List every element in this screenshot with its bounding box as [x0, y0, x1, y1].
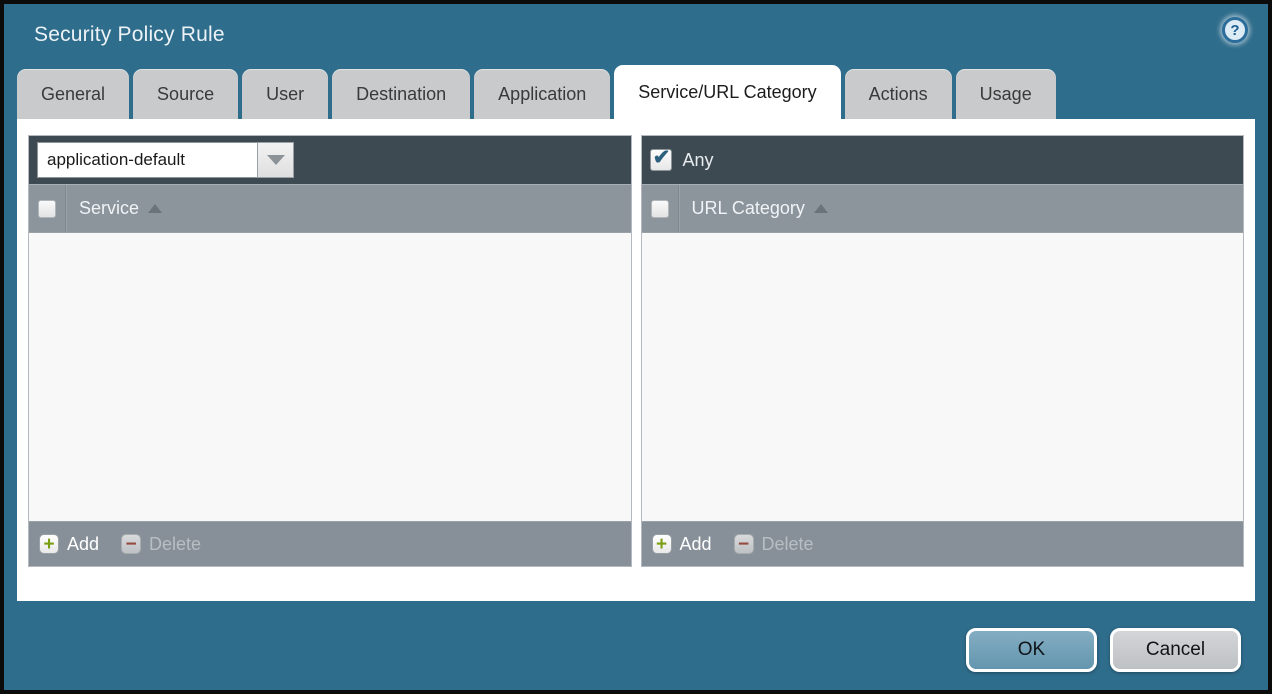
- chevron-down-icon: [267, 155, 285, 165]
- plus-icon: +: [652, 534, 672, 554]
- url-category-panel-toolbar: ✔ Any: [642, 136, 1244, 184]
- service-list: [29, 233, 631, 521]
- cancel-button[interactable]: Cancel: [1110, 628, 1241, 672]
- delete-service-button[interactable]: − Delete: [121, 534, 201, 555]
- help-icon[interactable]: ?: [1222, 17, 1248, 43]
- service-type-dropdown-value[interactable]: application-default: [37, 142, 257, 178]
- service-panel-footer: + Add − Delete: [29, 521, 631, 566]
- column-divider: [66, 185, 67, 232]
- url-category-column-label[interactable]: URL Category: [692, 198, 805, 219]
- select-all-url-categories-checkbox[interactable]: [651, 200, 669, 218]
- dialog-titlebar: Security Policy Rule ?: [4, 4, 1268, 65]
- checkmark-icon: ✔: [653, 147, 671, 168]
- url-category-list: [642, 233, 1244, 521]
- tab-user[interactable]: User: [242, 69, 328, 119]
- plus-icon: +: [39, 534, 59, 554]
- minus-icon: −: [734, 534, 754, 554]
- tab-application[interactable]: Application: [474, 69, 610, 119]
- tab-destination[interactable]: Destination: [332, 69, 470, 119]
- security-policy-rule-dialog: Security Policy Rule ? General Source Us…: [0, 0, 1272, 694]
- service-column-header: Service: [29, 184, 631, 233]
- url-category-panel: ✔ Any URL Category + Add: [641, 135, 1245, 567]
- column-divider: [679, 185, 680, 232]
- tab-usage[interactable]: Usage: [956, 69, 1056, 119]
- tab-actions[interactable]: Actions: [845, 69, 952, 119]
- add-service-button[interactable]: + Add: [39, 534, 99, 555]
- any-label: Any: [683, 150, 714, 171]
- service-column-label[interactable]: Service: [79, 198, 139, 219]
- dialog-footer: OK Cancel: [4, 628, 1268, 672]
- delete-service-label: Delete: [149, 534, 201, 555]
- tab-content: application-default Service +: [17, 119, 1255, 601]
- delete-url-category-button[interactable]: − Delete: [734, 534, 814, 555]
- add-url-category-button[interactable]: + Add: [652, 534, 712, 555]
- any-url-category-checkbox[interactable]: ✔: [650, 149, 672, 171]
- service-type-dropdown[interactable]: application-default: [37, 142, 294, 178]
- minus-icon: −: [121, 534, 141, 554]
- url-category-column-header: URL Category: [642, 184, 1244, 233]
- add-service-label: Add: [67, 534, 99, 555]
- ok-button[interactable]: OK: [966, 628, 1097, 672]
- tab-service-url-category[interactable]: Service/URL Category: [614, 65, 840, 119]
- service-panel: application-default Service +: [28, 135, 632, 567]
- service-panel-toolbar: application-default: [29, 136, 631, 184]
- panels-row: application-default Service +: [28, 135, 1244, 567]
- url-category-panel-footer: + Add − Delete: [642, 521, 1244, 566]
- select-all-services-checkbox[interactable]: [38, 200, 56, 218]
- question-mark-glyph: ?: [1230, 23, 1239, 38]
- tab-source[interactable]: Source: [133, 69, 238, 119]
- dialog-title: Security Policy Rule: [34, 23, 225, 47]
- sort-ascending-icon[interactable]: [148, 204, 162, 213]
- tab-general[interactable]: General: [17, 69, 129, 119]
- sort-ascending-icon[interactable]: [814, 204, 828, 213]
- delete-url-category-label: Delete: [762, 534, 814, 555]
- dropdown-arrow-button[interactable]: [257, 142, 294, 178]
- tab-bar: General Source User Destination Applicat…: [4, 65, 1268, 119]
- add-url-category-label: Add: [680, 534, 712, 555]
